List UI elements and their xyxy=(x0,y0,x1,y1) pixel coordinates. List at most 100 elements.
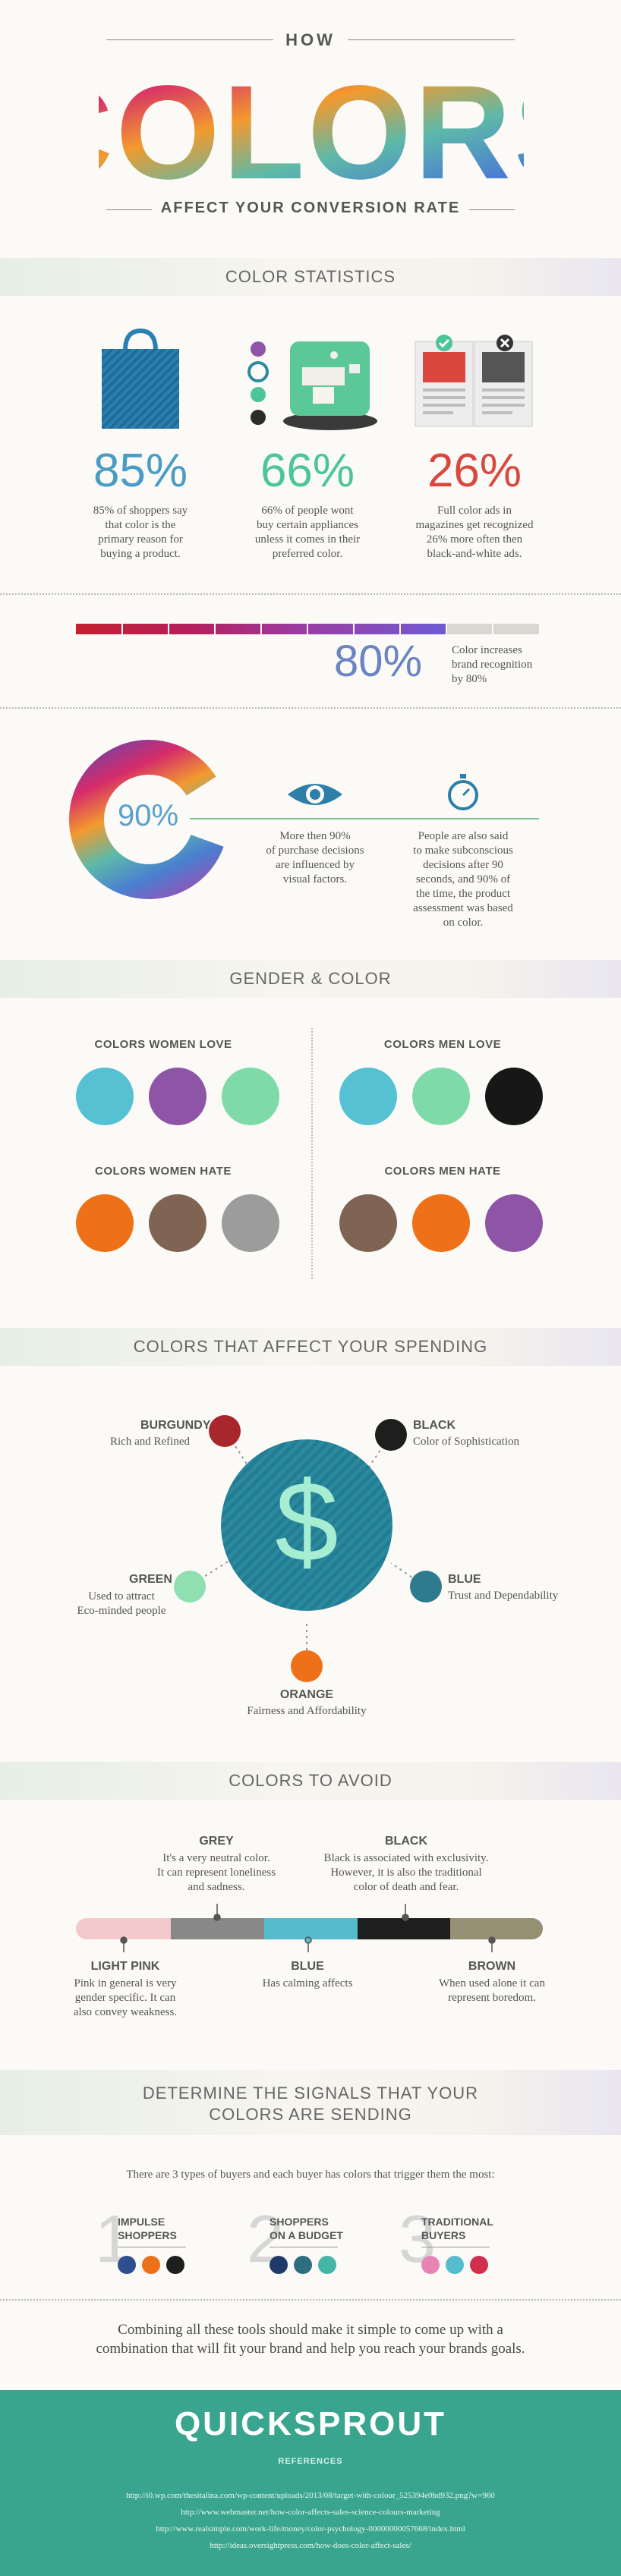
stopwatch-text: People are also said to make subconsciou… xyxy=(395,829,531,930)
stat-value-26: 26% xyxy=(427,445,522,497)
avoid-grey-label: GREY xyxy=(199,1835,234,1848)
eye-line: More then 90% xyxy=(279,830,351,842)
footer: QUICKSPROUT REFERENCES http://i0.wp.com/… xyxy=(0,2390,621,2576)
section-title-signals-1: DETERMINE THE SIGNALS THAT YOUR xyxy=(142,2084,479,2103)
eye-line: are influenced by xyxy=(275,859,355,871)
color-swatch xyxy=(76,1194,134,1252)
eye-line: visual factors. xyxy=(282,873,348,885)
header-rule-left-2 xyxy=(106,209,152,210)
reference-link[interactable]: http://ideas.oversightpress.com/how-does… xyxy=(0,2541,621,2550)
color-swatch xyxy=(485,1068,543,1125)
color-swatch xyxy=(412,1194,470,1252)
stat-line: buy certain appliances xyxy=(256,519,359,531)
header-rule-right-2 xyxy=(469,209,515,210)
header: HOW COLORS AFFECT YOUR CONVERSION RATE xyxy=(0,0,621,243)
time-line: decisions after 90 xyxy=(423,859,503,871)
shopping-bag-icon xyxy=(102,328,179,429)
men-love-title: COLORS MEN LOVE xyxy=(383,1038,502,1051)
avoid-blue-text: Has calming affects xyxy=(262,1977,353,1989)
orange-label: ORANGE xyxy=(279,1688,334,1701)
color-swatch xyxy=(149,1068,206,1125)
burgundy-label: BURGUNDY xyxy=(140,1419,211,1432)
header-rule-left xyxy=(106,39,273,40)
gender-divider xyxy=(311,1028,313,1279)
color-swatch xyxy=(222,1194,279,1252)
avoid-light-pink-text: Pink in general is very gender specific.… xyxy=(49,1977,201,2020)
avoid-line: gender specific. It can xyxy=(74,1992,176,2004)
signals-intro: There are 3 types of buyers and each buy… xyxy=(126,2169,495,2181)
closing-line: combination that will fit your brand and… xyxy=(96,2341,525,2357)
time-line: seconds, and 90% of xyxy=(415,873,511,885)
header-how: HOW xyxy=(285,30,336,49)
header-subtitle: AFFECT YOUR CONVERSION RATE xyxy=(160,200,461,216)
avoid-line: and sadness. xyxy=(188,1881,245,1893)
stat-line: 85% of shoppers say xyxy=(93,505,188,517)
burgundy-sub: Rich and Refined xyxy=(110,1436,190,1448)
color-swatch xyxy=(339,1068,397,1125)
blue-sub: Trust and Dependability xyxy=(448,1590,559,1602)
orange-swatch xyxy=(291,1650,323,1682)
stat-line: 66% of people wont xyxy=(261,505,354,517)
dollar-icon: $ xyxy=(275,1458,339,1585)
avoid-black-label: BLACK xyxy=(385,1835,427,1848)
stat-line: 26% more often then xyxy=(426,533,523,546)
stat-value-66: 66% xyxy=(260,445,355,497)
green-label: GREEN xyxy=(129,1573,172,1586)
brand-text: Color increases brand recognition by 80% xyxy=(452,643,532,687)
coffee-machine-icon xyxy=(247,341,377,430)
header-colors-text: COLORS xyxy=(99,58,524,190)
stat-line: Full color ads in xyxy=(437,505,512,517)
reference-link[interactable]: http://www.webmaster.net/how-color-affec… xyxy=(0,2508,621,2517)
purchase-value: 90% xyxy=(117,799,179,832)
avoid-line: It can represent loneliness xyxy=(156,1867,276,1879)
time-line: assessment was based xyxy=(413,902,513,914)
orange-sub: Fairness and Affordability xyxy=(247,1705,367,1717)
buyer-label: TRADITIONAL xyxy=(421,2216,493,2228)
stat-line: primary reason for xyxy=(98,533,183,546)
avoid-line: It's a very neutral color. xyxy=(162,1852,270,1864)
buyer-color-swatch xyxy=(470,2256,488,2274)
avoid-blue-label: BLUE xyxy=(291,1960,324,1973)
header-rule-right xyxy=(348,39,515,40)
avoid-line: Pink in general is very xyxy=(74,1977,177,1989)
stat-line: magazines get recognized xyxy=(415,519,534,531)
stat-line: buying a product. xyxy=(100,548,181,560)
black-swatch xyxy=(375,1419,407,1451)
blue-swatch xyxy=(410,1571,442,1603)
section-title-spending: COLORS THAT AFFECT YOUR SPENDING xyxy=(133,1337,488,1356)
reference-link[interactable]: http://www.realsimple.com/work-life/mone… xyxy=(0,2524,621,2534)
footer-references-title: REFERENCES xyxy=(278,2457,343,2466)
color-swatch xyxy=(485,1194,543,1252)
magazine-icon xyxy=(415,335,533,427)
divider xyxy=(0,593,621,595)
divider xyxy=(0,2299,621,2301)
footer-brand: QUICKSPROUT xyxy=(174,2405,447,2442)
avoid-line: Black is associated with exclusivity. xyxy=(323,1852,489,1864)
buyer-color-swatch xyxy=(318,2256,336,2274)
eye-text: More then 90% of purchase decisions are … xyxy=(254,829,376,887)
stat-line: black-and-white ads. xyxy=(427,548,522,560)
buyer-label: ON A BUDGET xyxy=(270,2229,343,2241)
avoid-line: represent boredom. xyxy=(448,1992,536,2004)
time-line: to make subconscious xyxy=(413,845,513,857)
burgundy-swatch xyxy=(209,1415,241,1447)
avoid-line: However, it is also the traditional xyxy=(330,1867,482,1879)
color-swatch xyxy=(76,1068,134,1125)
section-title-signals-2: COLORS ARE SENDING xyxy=(209,2105,412,2124)
time-line: on color. xyxy=(443,917,484,929)
buyer-color-swatch xyxy=(421,2256,440,2274)
buyer-label: SHOPPERS xyxy=(270,2216,329,2228)
avoid-grey-text: It's a very neutral color. It can repres… xyxy=(125,1851,307,1895)
buyer-label: IMPULSE xyxy=(118,2216,165,2228)
reference-link[interactable]: http://i0.wp.com/thesitalina.com/wp-cont… xyxy=(0,2491,621,2500)
green-sub-line: Used to attract xyxy=(88,1590,155,1603)
stat-line: unless it comes in their xyxy=(254,533,361,546)
brand-line: Color increases xyxy=(452,644,522,656)
stat-line: preferred color. xyxy=(272,548,343,560)
stat-text-26: Full color ads in magazines get recogniz… xyxy=(399,504,550,561)
avoid-markers xyxy=(120,1904,496,1952)
green-sub: Used to attract Eco-minded people xyxy=(57,1590,186,1618)
brand-line: by 80% xyxy=(452,673,487,685)
closing-text: Combining all these tools should make it… xyxy=(0,2320,621,2358)
black-label: BLACK xyxy=(413,1419,456,1432)
